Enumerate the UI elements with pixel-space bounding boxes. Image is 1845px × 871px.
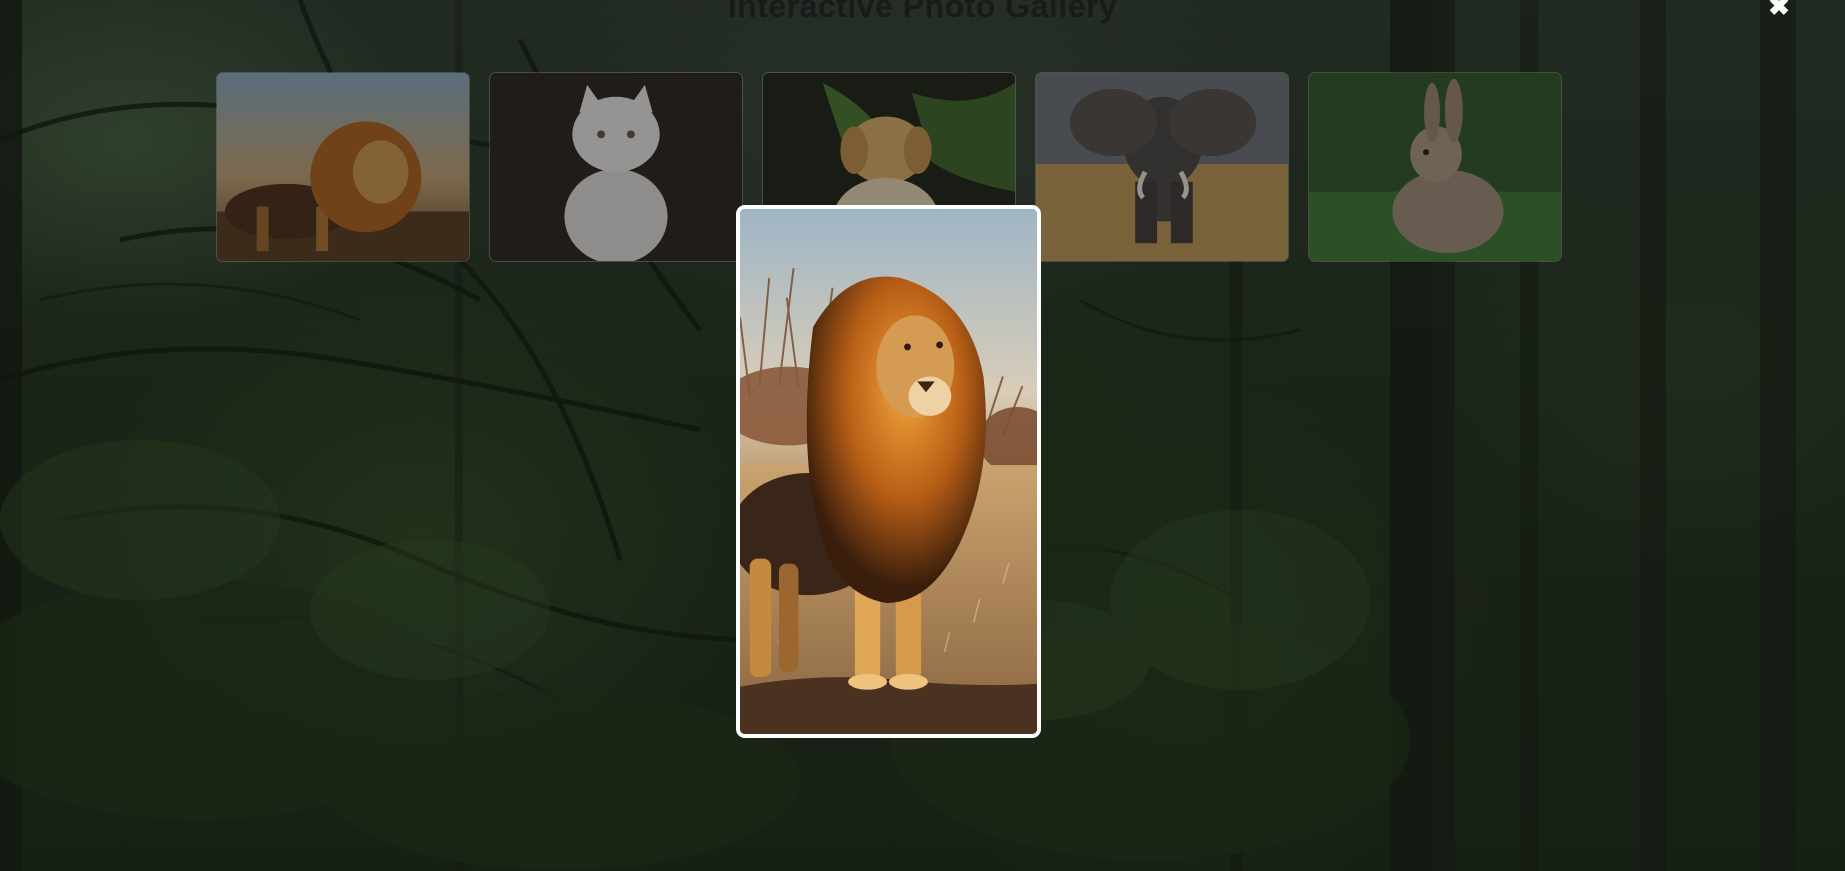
- rabbit-thumbnail-image: [1309, 73, 1561, 261]
- lightbox-image-lion[interactable]: [736, 205, 1041, 738]
- gallery-thumbnail-elephant[interactable]: [1035, 72, 1289, 262]
- elephant-thumbnail-image: [1036, 73, 1288, 261]
- kitten-thumbnail-image: [490, 73, 742, 261]
- close-button[interactable]: ✖: [1765, 0, 1793, 20]
- gallery-thumbnail-rabbit[interactable]: [1308, 72, 1562, 262]
- lion-full-image: [740, 209, 1037, 734]
- page-title: Interactive Photo Gallery: [727, 0, 1118, 24]
- close-icon: ✖: [1768, 0, 1790, 21]
- gallery-thumbnail-white-kitten[interactable]: [489, 72, 743, 262]
- lion-thumbnail-image: [217, 73, 469, 261]
- gallery-thumbnail-lion[interactable]: [216, 72, 470, 262]
